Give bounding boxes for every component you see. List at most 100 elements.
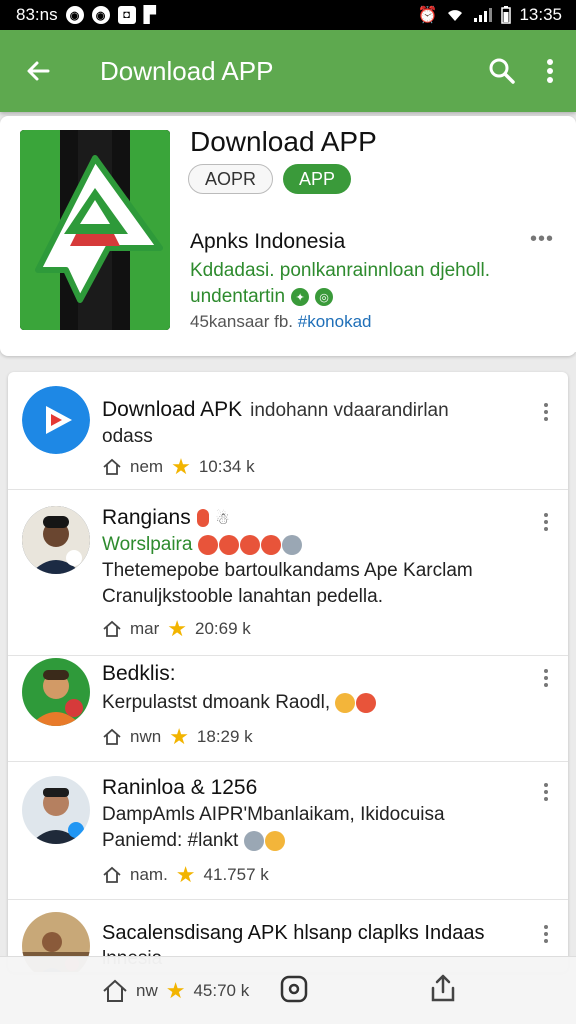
heart-eyes-emoji-icon [239,534,260,555]
item-body-text: Paniemd: #lankt [102,830,239,851]
bottom-meta: nw ★ 45:70 k [102,979,249,1003]
meta-value: 10:34 k [198,457,255,476]
share-icon [431,974,455,1002]
item-title: Rangians ☃ [102,506,230,530]
more-horiz-icon[interactable]: ••• [530,228,554,251]
home-icon[interactable] [102,979,128,1003]
more-vert-icon[interactable] [544,510,550,534]
app-logo [20,130,170,330]
list-item[interactable]: Download APK indohann vdaarandirlan odass… [8,372,568,490]
app-description-line-2: undentartin ✦ ◎ [190,286,334,308]
play-store-icon [22,386,90,454]
record-icon [280,975,308,1003]
app-logo-graphic [20,130,170,330]
status-time-right: 13:35 [519,5,562,24]
meta-label: nam. [130,865,168,884]
item-meta: nam. ★ 41.757 k [102,864,269,886]
item-meta: nwn ★ 18:29 k [102,726,253,748]
status-bar-right: ⏰ 13:35 [418,5,562,25]
more-vert-icon[interactable] [544,666,550,690]
camera-icon: ◘ [117,6,136,24]
item-title: Bedklis: [102,662,176,685]
status-time-left: 83:ns [16,5,58,24]
item-title-text: Download APK [102,398,243,421]
item-body: Thetemepobe bartoulkandams Ape Karclam [102,560,473,581]
more-vert-icon[interactable] [544,400,550,424]
status-bar-left: 83:ns ◉ ◉ ◘ ▛ [16,5,156,25]
feed-list: Download APK indohann vdaarandirlan odass… [8,372,568,972]
item-tagline-text: Worslpaira [102,534,193,555]
home-icon[interactable] [102,728,122,746]
home-icon[interactable] [102,866,122,884]
app-icon: ▛ [143,7,156,24]
app-description: Kddadasi. ponlkanrainnloan djeholl. [190,260,491,281]
list-item[interactable]: Rangians ☃ Worslpaira Thetemepobe bartou… [8,490,568,656]
star-icon: ★ [165,978,186,1003]
item-title: Raninloa & 1256 [102,776,258,799]
more-vert-icon[interactable] [544,780,550,804]
battery-icon [501,6,512,24]
home-icon[interactable] [102,458,122,476]
meta-label: nem [130,457,164,476]
featured-app-card[interactable]: Download APP AOPR APP Apnks Indonesia ••… [0,116,576,356]
item-aside: indohann vdaarandirlan [250,400,449,421]
item-title: Sacalensdisang APK hlsanp claplks Indaas [102,922,485,944]
star-icon: ★ [175,862,196,887]
search-icon[interactable] [488,57,516,85]
smile-emoji-icon [264,830,285,851]
fire-icon [196,509,209,528]
meta-label: nw [136,981,158,1000]
heart-eyes-emoji-icon [260,534,281,555]
hashtag-link[interactable]: #konokad [298,312,372,331]
item-body-2: Paniemd: #lankt [102,830,286,852]
heart-eyes-emoji-icon [356,692,377,713]
chip-app[interactable]: APP [283,164,352,194]
list-item[interactable]: Bedklis: Kerpulastst dmoank Raodl, nwn ★… [8,656,568,762]
item-body: DampAmls AIPR'Mbanlaikam, Ikidocuisa [102,804,445,825]
avatar [22,506,90,574]
alarm-icon: ⏰ [417,7,438,24]
robot-emoji-icon [243,830,264,851]
app-meta-prefix: 45kansaar fb. [190,312,294,331]
heart-eyes-emoji-icon [197,534,218,555]
item-body: Kerpulastst dmoank Raodl, [102,692,377,714]
meta-value: 45:70 k [193,981,250,1000]
featured-app-title: Download APP [190,126,377,157]
item-title-suffix: ☃ [215,511,230,528]
featured-app-details: Apnks Indonesia ••• Kddadasi. ponlkanrai… [172,214,576,352]
sparkle-icon: ✦ [291,288,310,306]
status-bar: 83:ns ◉ ◉ ◘ ▛ ⏰ 13:35 [0,0,576,30]
item-meta: nem ★ 10:34 k [102,456,255,478]
signal-icon [474,8,493,22]
star-icon: ★ [169,724,189,749]
meta-value: 20:69 k [195,619,251,638]
list-item[interactable]: Raninloa & 1256 DampAmls AIPR'Mbanlaikam… [8,762,568,900]
item-title-text: Rangians [102,506,191,529]
more-vert-icon[interactable] [544,922,550,946]
robot-emoji-icon [281,534,302,555]
chip-aopr[interactable]: AOPR [188,164,274,194]
item-body-2: Cranuljkstooble lanahtan pedella. [102,586,383,607]
more-vert-icon[interactable] [546,58,554,84]
item-body-text: Kerpulastst dmoank Raodl, [102,692,331,713]
item-title: Download APK indohann vdaarandirlan [102,398,449,422]
star-icon: ★ [167,616,188,641]
badge-icon: ◎ [315,288,334,306]
meta-value: 41.757 k [203,865,269,884]
back-button[interactable] [0,57,76,85]
record-button[interactable] [280,975,308,1008]
wifi-icon [448,10,463,21]
item-subtitle: odass [102,426,153,447]
meta-label: nwn [130,727,162,746]
publisher-name: Apnks Indonesia [190,230,346,253]
meta-label: mar [130,619,160,638]
share-button[interactable] [428,973,458,1008]
home-icon[interactable] [102,620,122,638]
app-bar: Download APP [0,30,576,112]
heart-eyes-emoji-icon [218,534,239,555]
sparkle-emoji-icon [335,692,356,713]
app-description-text: undentartin [190,286,286,307]
app-bar-title: Download APP [100,55,274,86]
avatar [22,776,90,844]
bottom-bar: nw ★ 45:70 k [0,956,576,1024]
